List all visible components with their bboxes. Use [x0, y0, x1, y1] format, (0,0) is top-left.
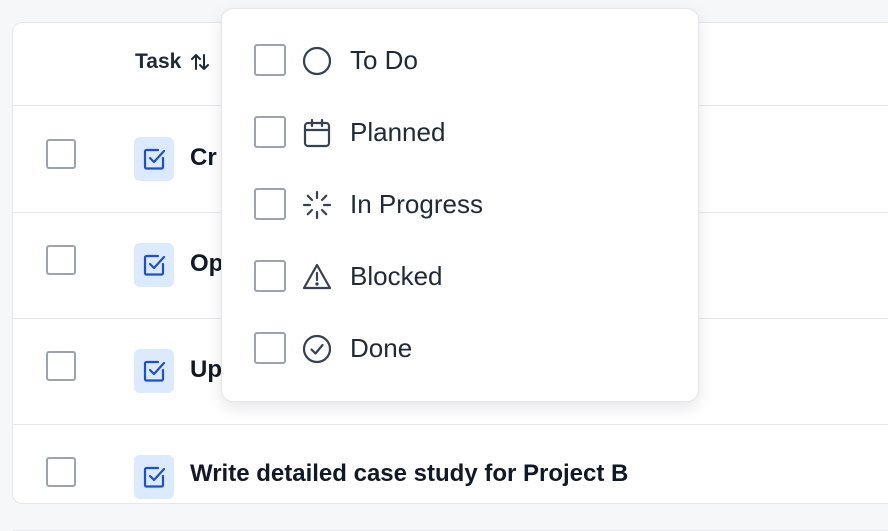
row-checkbox[interactable] [46, 139, 76, 169]
option-checkbox[interactable] [254, 116, 286, 148]
row-checkbox[interactable] [46, 351, 76, 381]
status-option-in-progress[interactable]: In Progress [222, 180, 698, 228]
status-option-blocked[interactable]: Blocked [222, 252, 698, 300]
option-checkbox[interactable] [254, 332, 286, 364]
option-checkbox[interactable] [254, 188, 286, 220]
option-label: To Do [350, 45, 418, 75]
option-label: In Progress [350, 189, 483, 219]
calendar-icon [301, 117, 333, 149]
check-circle-icon [301, 333, 333, 365]
status-option-planned[interactable]: Planned [222, 108, 698, 156]
task-title[interactable]: Up [190, 356, 222, 384]
task-check-icon [134, 455, 174, 499]
task-check-icon [134, 349, 174, 393]
circle-icon [301, 45, 333, 77]
task-check-icon [134, 243, 174, 287]
task-column-header[interactable]: Task [135, 50, 211, 74]
loader-icon [301, 189, 333, 221]
task-title[interactable]: Cr [190, 144, 217, 172]
sort-icon[interactable] [189, 51, 211, 73]
status-option-done[interactable]: Done [222, 324, 698, 372]
row-checkbox[interactable] [46, 245, 76, 275]
task-check-icon [134, 137, 174, 181]
task-title[interactable]: Write detailed case study for Project B [190, 460, 628, 488]
table-row[interactable]: Write detailed case study for Project B [13, 424, 888, 531]
option-checkbox[interactable] [254, 260, 286, 292]
option-label: Blocked [350, 261, 443, 291]
status-option-to-do[interactable]: To Do [222, 36, 698, 84]
status-filter-dropdown: To Do Planned In Progress Blocked Done [221, 8, 699, 402]
warning-icon [301, 261, 333, 293]
option-label: Done [350, 333, 413, 363]
option-checkbox[interactable] [254, 44, 286, 76]
task-column-label: Task [135, 50, 182, 73]
option-label: Planned [350, 117, 446, 147]
task-title[interactable]: Op [190, 250, 223, 278]
row-checkbox[interactable] [46, 457, 76, 487]
